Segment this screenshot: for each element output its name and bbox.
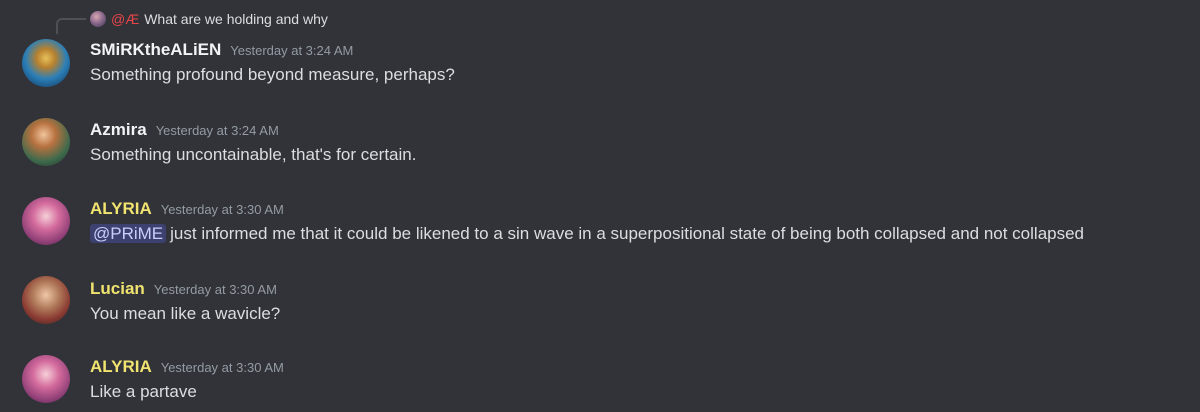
user-mention[interactable]: @PRiME [90, 224, 167, 243]
timestamp[interactable]: Yesterday at 3:24 AM [230, 43, 353, 58]
reply-author-avatar[interactable] [90, 11, 106, 27]
avatar[interactable] [22, 276, 70, 324]
reply-preview-text[interactable]: What are we holding and why [144, 11, 328, 27]
message-text: Like a partave [90, 382, 197, 401]
username[interactable]: SMiRKtheALiEN [90, 40, 221, 60]
username[interactable]: ALYRIA [90, 199, 152, 219]
message-text: Something profound beyond measure, perha… [90, 65, 455, 84]
message-header: SMiRKtheALiEN Yesterday at 3:24 AM [90, 40, 353, 60]
timestamp[interactable]: Yesterday at 3:30 AM [161, 360, 284, 375]
avatar[interactable] [22, 197, 70, 245]
message-text: Something uncontainable, that's for cert… [90, 145, 417, 164]
username[interactable]: Lucian [90, 279, 145, 299]
username[interactable]: Azmira [90, 120, 147, 140]
timestamp[interactable]: Yesterday at 3:30 AM [161, 202, 284, 217]
reply-preview[interactable]: @Æ What are we holding and why [90, 10, 328, 28]
timestamp[interactable]: Yesterday at 3:30 AM [154, 282, 277, 297]
message-header: ALYRIA Yesterday at 3:30 AM [90, 357, 284, 377]
message-text: just informed me that it could be likene… [170, 224, 1085, 243]
chat-message-list: @Æ What are we holding and why SMiRKtheA… [0, 0, 1200, 412]
avatar[interactable] [22, 355, 70, 403]
message-header: Azmira Yesterday at 3:24 AM [90, 120, 279, 140]
message-content: @PRiME just informed me that it could be … [90, 224, 1084, 244]
message-header: ALYRIA Yesterday at 3:30 AM [90, 199, 284, 219]
avatar[interactable] [22, 39, 70, 87]
message-text: You mean like a wavicle? [90, 304, 281, 323]
message-header: Lucian Yesterday at 3:30 AM [90, 279, 277, 299]
username[interactable]: ALYRIA [90, 357, 152, 377]
reply-author-mention[interactable]: @Æ [111, 11, 139, 27]
avatar[interactable] [22, 118, 70, 166]
timestamp[interactable]: Yesterday at 3:24 AM [156, 123, 279, 138]
reply-connector-line [56, 18, 86, 34]
